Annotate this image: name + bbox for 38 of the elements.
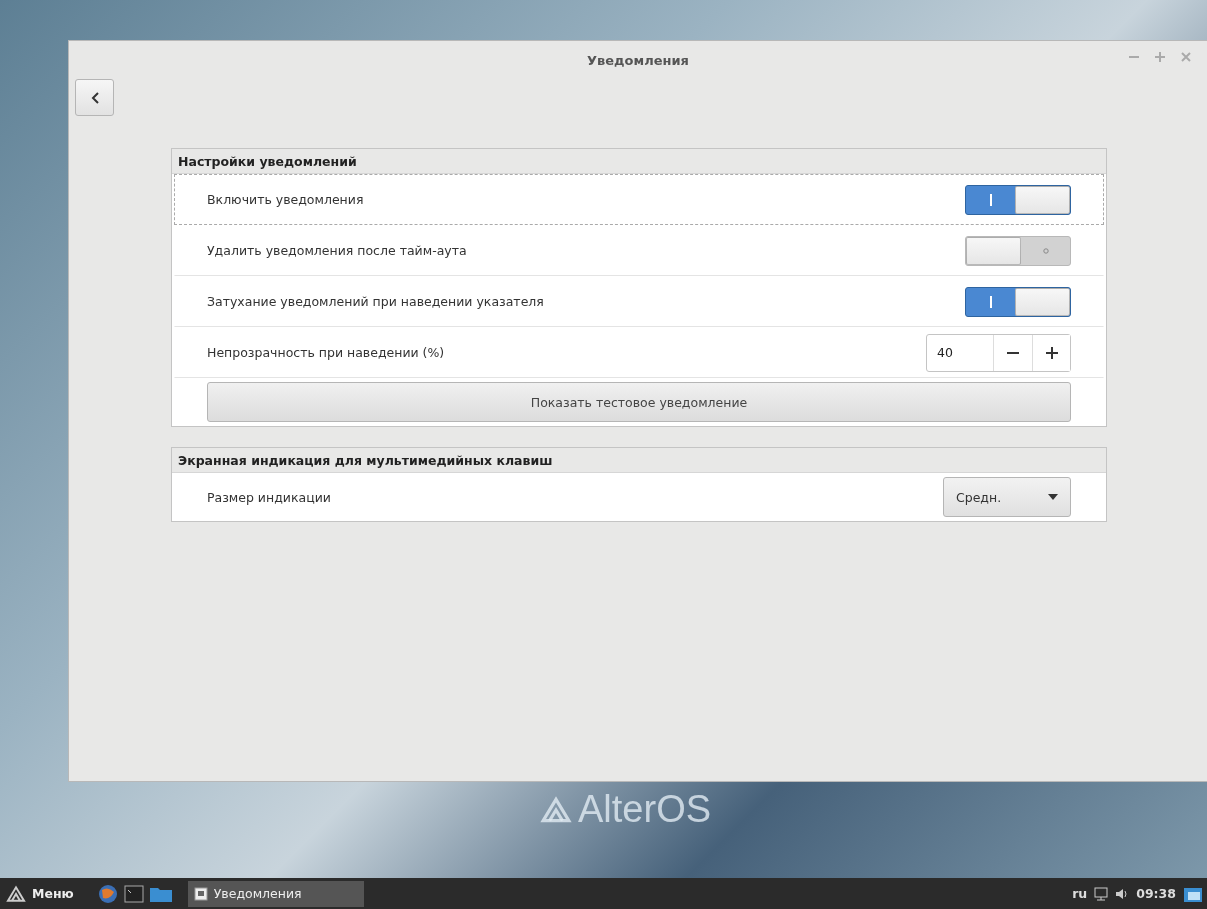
network-icon[interactable] [1094, 886, 1109, 901]
test-notification-button[interactable]: Показать тестовое уведомление [207, 382, 1071, 422]
on-mark-icon [989, 295, 992, 308]
toggle-switch[interactable] [965, 235, 1071, 266]
chevron-left-icon [90, 91, 99, 104]
keyboard-layout[interactable]: ru [1072, 886, 1088, 901]
minus-icon [1007, 351, 1019, 354]
taskbar-window-button[interactable]: Уведомления [187, 880, 364, 907]
section-title: Экранная индикация для мультимедийных клавиш [172, 448, 1106, 473]
increment-button[interactable] [1032, 334, 1070, 371]
plus-icon [1045, 346, 1058, 359]
spin-field[interactable]: 40 [926, 333, 1071, 372]
logo-icon [6, 883, 26, 904]
window-icon [193, 886, 208, 901]
caret-down-icon [1048, 494, 1058, 500]
close-icon [1181, 52, 1191, 62]
menu-button[interactable]: Меню [0, 883, 80, 904]
logo-text: AlterOS [578, 788, 712, 831]
plus-icon [1155, 52, 1165, 62]
setting-label: Затухание уведомлений при наведении указателя [207, 294, 544, 309]
off-mark-icon [1042, 247, 1049, 254]
size-dropdown[interactable]: Средн. [943, 477, 1071, 517]
browser-icon[interactable] [97, 883, 118, 904]
window-title: Уведомления [587, 52, 689, 68]
on-mark-icon [989, 193, 992, 206]
volume-icon[interactable] [1115, 887, 1130, 900]
clock[interactable]: 09:38 [1136, 886, 1176, 901]
back-button[interactable] [75, 79, 114, 116]
minimize-icon [1129, 56, 1139, 58]
setting-label: Удалить уведомления после тайм-аута [207, 243, 467, 258]
setting-label: Размер индикации [207, 489, 331, 505]
folder-icon[interactable] [149, 885, 172, 902]
toggle-switch[interactable] [965, 286, 1071, 317]
toggle-switch[interactable] [965, 184, 1071, 215]
setting-label: Непрозрачность при наведении (%) [207, 345, 445, 360]
setting-label: Включить уведомления [207, 192, 364, 207]
terminal-icon[interactable] [123, 884, 144, 903]
section-title: Настройки уведомлений [172, 149, 1106, 174]
